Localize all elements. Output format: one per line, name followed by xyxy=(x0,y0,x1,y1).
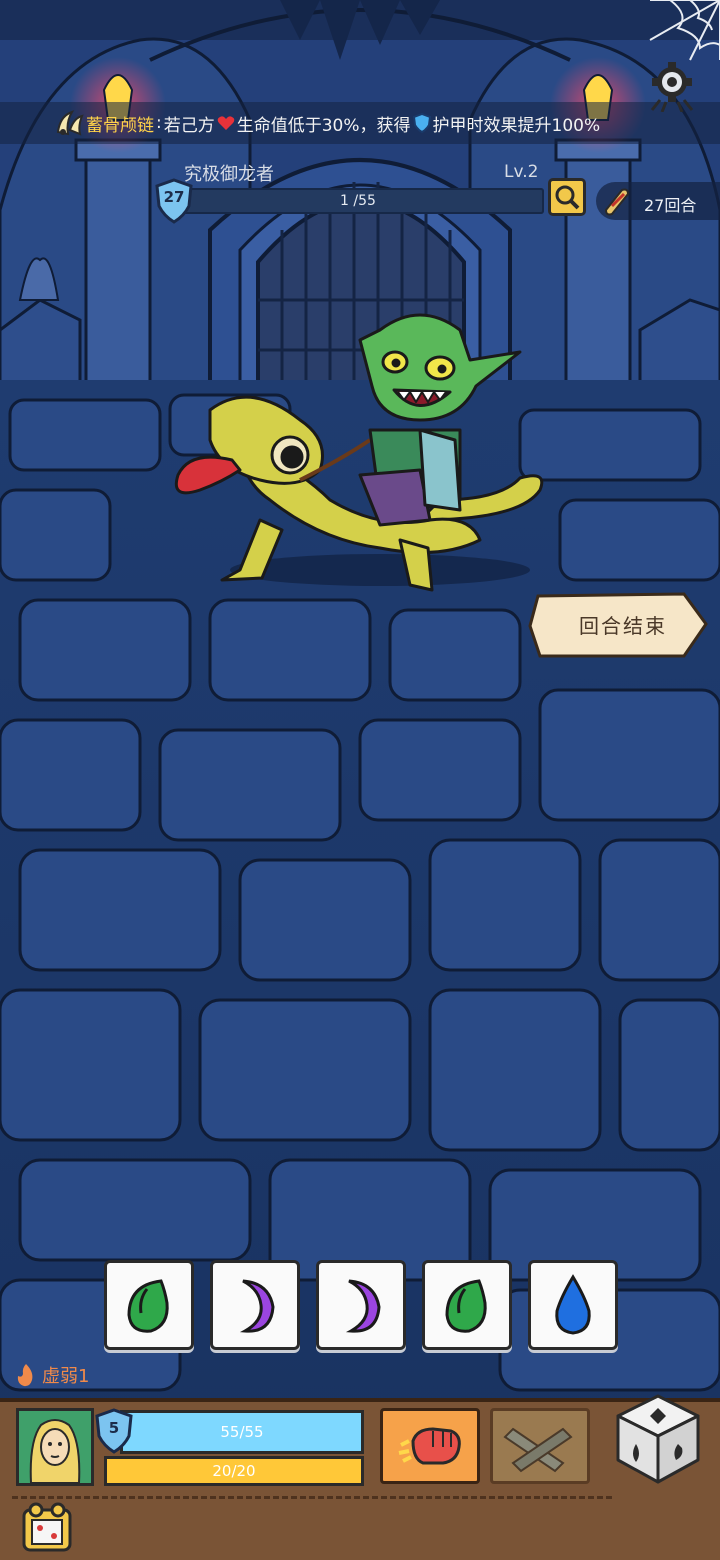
enemy-hp-text: 1 /55 xyxy=(340,193,376,209)
magnifier-icon xyxy=(555,185,580,210)
settings-button[interactable] xyxy=(646,60,698,112)
relic-text-c: 护甲时效果提升100% xyxy=(432,115,601,136)
player-avatar[interactable] xyxy=(16,1408,94,1486)
game-screen: 蓄骨颅链: 若己方 生命值低于30%，获得 护甲时效果提升100% 究极御龙者 L… xyxy=(0,0,720,1560)
bone-skull-chain-icon xyxy=(56,110,84,136)
relic-effect-banner: 蓄骨颅链: 若己方 生命值低于30%，获得 护甲时效果提升100% xyxy=(0,102,720,144)
enemy-info-button[interactable] xyxy=(548,178,586,216)
dice-slot-5[interactable] xyxy=(528,1260,618,1350)
gear-icon xyxy=(650,62,694,112)
dice-bag-button[interactable] xyxy=(20,1500,74,1554)
turn-counter-label: 27回合 xyxy=(644,196,697,215)
heart-icon xyxy=(217,116,235,130)
player-energy-text: 20/20 xyxy=(212,1462,256,1480)
roll-dice-button[interactable] xyxy=(610,1390,706,1486)
attack-skill-card[interactable] xyxy=(380,1408,480,1484)
divider xyxy=(12,1496,612,1499)
enemy-armor-value: 27 xyxy=(163,188,185,206)
bandage-icon xyxy=(503,1427,573,1473)
leaf-icon xyxy=(127,1279,169,1333)
fist-icon xyxy=(398,1427,461,1465)
relic-colon: : xyxy=(156,113,162,133)
dice-slot-2[interactable] xyxy=(210,1260,300,1350)
dice-slot-1[interactable] xyxy=(104,1260,194,1350)
moon-icon xyxy=(345,1279,381,1333)
enemy-name: 究极御龙者 xyxy=(184,164,274,185)
debuff-weak: 虚弱1 xyxy=(14,1362,89,1388)
player-armor-value: 5 xyxy=(108,1419,120,1437)
drop-icon xyxy=(555,1274,591,1335)
relic-text-b: 生命值低于30%，获得 xyxy=(236,115,411,136)
debuff-label: 虚弱1 xyxy=(42,1366,90,1387)
dice-bag-icon xyxy=(22,1502,72,1552)
dice-slot-3[interactable] xyxy=(316,1260,406,1350)
relic-name: 蓄骨颅链 xyxy=(86,115,154,136)
flame-icon xyxy=(17,1364,33,1387)
dice-slot-4[interactable] xyxy=(422,1260,512,1350)
shield-icon xyxy=(412,113,431,133)
player-hp-text: 55/55 xyxy=(220,1423,264,1441)
locked-skill-card[interactable] xyxy=(490,1408,590,1484)
end-turn-label: 回合结束 xyxy=(579,614,667,638)
hero-portrait xyxy=(19,1411,91,1483)
moon-icon xyxy=(239,1279,275,1333)
leaf-icon xyxy=(445,1279,487,1333)
dice-icon xyxy=(616,1394,700,1484)
relic-text-a: 若己方 xyxy=(163,115,215,136)
enemy-level: Lv.2 xyxy=(504,162,539,182)
scroll-icon xyxy=(604,188,630,216)
